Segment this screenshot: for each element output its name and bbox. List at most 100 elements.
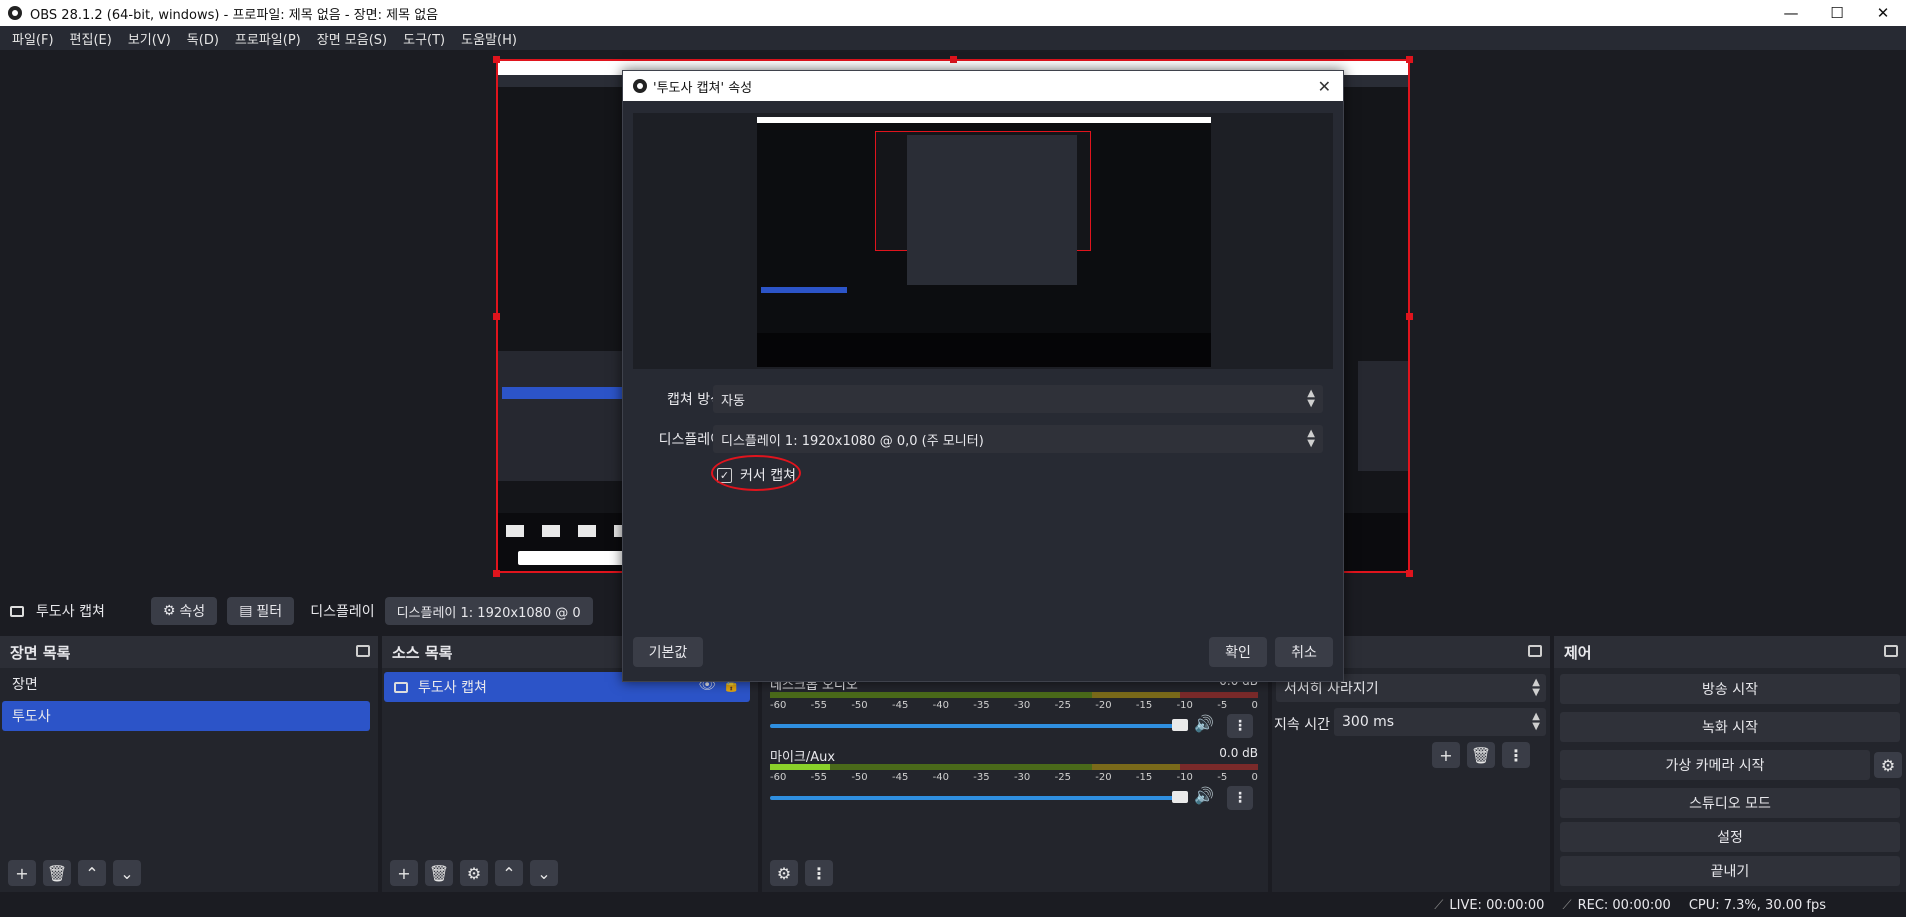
menu-file[interactable]: 파일(F) <box>4 29 62 48</box>
scale-tick: -60 <box>770 700 787 711</box>
dialog-titlebar: '투도사 캡쳐' 속성 ✕ <box>623 71 1343 101</box>
menu-view[interactable]: 보기(V) <box>120 29 179 48</box>
monitor-icon <box>10 605 24 617</box>
scale-tick: -60 <box>770 772 787 783</box>
menu-scene-collection[interactable]: 장면 모음(S) <box>309 29 395 48</box>
meter-scale: -60 -55 -50 -45 -40 -35 -30 -25 -20 -15 -10 -5 0 <box>770 772 1258 783</box>
virtual-camera-gear-icon[interactable]: ⚙ <box>1874 752 1902 778</box>
display-select[interactable]: 디스플레이 1: 1920x1080 @ 0 <box>384 597 593 625</box>
track-name: 마이크/Aux <box>770 750 836 765</box>
scale-tick: -20 <box>1095 700 1112 711</box>
speaker-icon[interactable]: 🔊 <box>1194 786 1214 805</box>
volume-slider[interactable] <box>770 724 1178 728</box>
cancel-button[interactable]: 취소 <box>1275 637 1333 667</box>
scenes-dock: 장면 목록 장면 투도사 + 🗑 ⌃ ⌄ <box>0 636 378 892</box>
scene-item[interactable]: 투도사 <box>2 701 370 731</box>
scene-item[interactable]: 장면 <box>2 669 370 699</box>
more-options-icon[interactable]: ⋮ <box>1227 786 1253 810</box>
menu-help[interactable]: 도움말(H) <box>453 29 525 48</box>
properties-button[interactable]: ⚙ 속성 <box>150 597 218 625</box>
menu-profile[interactable]: 프로파일(P) <box>227 29 309 48</box>
move-up-icon[interactable]: ⌃ <box>495 860 523 886</box>
trash-icon[interactable]: 🗑 <box>425 860 453 886</box>
defaults-button[interactable]: 기본값 <box>633 637 703 667</box>
add-icon[interactable]: + <box>1432 742 1460 768</box>
resize-handle[interactable] <box>1406 313 1413 320</box>
close-icon[interactable]: ✕ <box>1318 77 1331 96</box>
volume-slider-handle[interactable] <box>1172 719 1188 731</box>
undock-icon[interactable] <box>1884 645 1898 657</box>
scale-tick: -55 <box>810 700 827 711</box>
network-icon: ⟋ <box>1434 898 1444 913</box>
status-bar: ⟋ LIVE: 00:00:00 ⟋ REC: 00:00:00 CPU: 7.… <box>0 894 1906 917</box>
add-icon[interactable]: + <box>8 860 36 886</box>
red-annotation-circle <box>711 455 801 491</box>
trash-icon[interactable]: 🗑 <box>1467 742 1495 768</box>
display-select[interactable]: 디스플레이 1: 1920x1080 @ 0,0 (주 모니터) ▲ ▼ <box>713 425 1323 453</box>
more-options-icon[interactable]: ⋮ <box>1227 714 1253 738</box>
gear-icon[interactable]: ⚙ <box>460 860 488 886</box>
resize-handle[interactable] <box>493 313 500 320</box>
settings-button[interactable]: 설정 <box>1560 822 1900 852</box>
scale-tick: 0 <box>1251 700 1258 711</box>
start-streaming-button[interactable]: 방송 시작 <box>1560 674 1900 704</box>
move-up-icon[interactable]: ⌃ <box>78 860 106 886</box>
track-db: 0.0 dB <box>1219 746 1258 760</box>
resize-handle[interactable] <box>493 56 500 63</box>
maximize-button[interactable]: ☐ <box>1814 0 1860 26</box>
exit-button[interactable]: 끝내기 <box>1560 856 1900 886</box>
undock-icon[interactable] <box>1528 645 1542 657</box>
resize-handle[interactable] <box>493 570 500 577</box>
scale-tick: -50 <box>851 772 868 783</box>
close-button[interactable]: ✕ <box>1860 0 1906 26</box>
duration-label: 지속 시간 <box>1274 717 1330 733</box>
filters-button[interactable]: ▤ 필터 <box>227 597 295 625</box>
updown-arrow-icon: ▲ ▼ <box>1532 711 1540 732</box>
menu-tools[interactable]: 도구(T) <box>395 29 453 48</box>
scale-tick: -10 <box>1176 772 1193 783</box>
move-down-icon[interactable]: ⌄ <box>113 860 141 886</box>
volume-slider[interactable] <box>770 796 1178 800</box>
trash-icon[interactable]: 🗑 <box>43 860 71 886</box>
volume-slider-handle[interactable] <box>1172 791 1188 803</box>
start-recording-button[interactable]: 녹화 시작 <box>1560 712 1900 742</box>
advanced-audio-gear-icon[interactable]: ⚙ <box>770 860 798 886</box>
scale-tick: -5 <box>1217 772 1228 783</box>
source-item-label: 투도사 캡쳐 <box>418 680 487 696</box>
scale-tick: -50 <box>851 700 868 711</box>
more-options-icon[interactable]: ⋮ <box>805 860 833 886</box>
menu-docks[interactable]: 독(D) <box>179 29 227 48</box>
resize-handle[interactable] <box>1406 570 1413 577</box>
scale-tick: -20 <box>1095 772 1112 783</box>
start-virtual-camera-button[interactable]: 가상 카메라 시작 <box>1560 750 1870 780</box>
resize-handle[interactable] <box>950 56 957 63</box>
volume-meter <box>770 692 1258 698</box>
duration-value: 300 ms <box>1342 714 1395 730</box>
cpu-status: CPU: 7.3%, 30.00 fps <box>1688 898 1826 913</box>
scale-tick: -40 <box>932 700 949 711</box>
undock-icon[interactable] <box>356 645 370 657</box>
scale-tick: -10 <box>1176 700 1193 711</box>
resize-handle[interactable] <box>1406 56 1413 63</box>
speaker-icon[interactable]: 🔊 <box>1194 714 1214 733</box>
studio-mode-button[interactable]: 스튜디오 모드 <box>1560 788 1900 818</box>
add-icon[interactable]: + <box>390 860 418 886</box>
updown-arrow-icon: ▲ ▼ <box>1307 388 1315 409</box>
capture-method-select[interactable]: 자동 ▲ ▼ <box>713 385 1323 413</box>
thumb-taskbar <box>757 333 1211 367</box>
duration-spinbox[interactable]: 300 ms ▲ ▼ <box>1334 708 1546 736</box>
menu-edit[interactable]: 편집(E) <box>62 29 120 48</box>
sources-toolbar: + 🗑 ⚙ ⌃ ⌄ <box>382 854 758 892</box>
more-options-icon[interactable]: ⋮ <box>1502 742 1530 768</box>
scale-tick: -15 <box>1135 700 1153 711</box>
controls-dock: 제어 방송 시작 녹화 시작 가상 카메라 시작 ⚙ 스튜디오 모드 설정 끝내… <box>1554 636 1906 892</box>
scale-tick: -45 <box>891 772 909 783</box>
scale-tick: -30 <box>1013 772 1031 783</box>
minimize-button[interactable]: — <box>1768 0 1814 26</box>
scale-tick: -15 <box>1135 772 1153 783</box>
dialog-capture-thumbnail <box>757 117 1211 367</box>
properties-dialog: '투도사 캡쳐' 속성 ✕ 캡쳐 방식 자동 ▲ ▼ 디스플레이 디스플레이 1:… <box>622 70 1344 682</box>
ok-button[interactable]: 확인 <box>1209 637 1267 667</box>
captured-selection <box>502 387 624 399</box>
move-down-icon[interactable]: ⌄ <box>530 860 558 886</box>
